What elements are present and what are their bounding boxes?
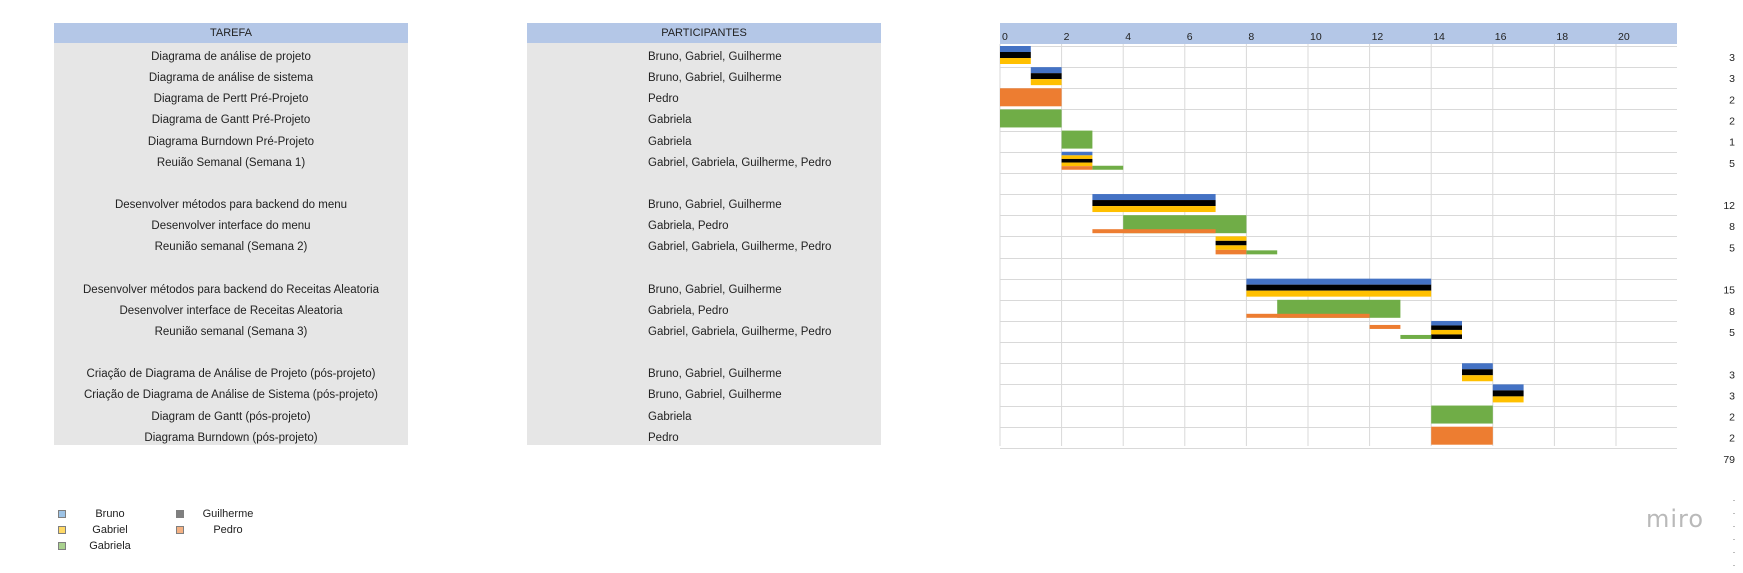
row-total: 8 bbox=[1729, 306, 1735, 318]
x-tick-label: 14 bbox=[1433, 31, 1445, 43]
gantt-bar-gabriela bbox=[1092, 165, 1124, 170]
gantt-bar-bruno bbox=[1092, 194, 1216, 201]
gantt-bar-bruno bbox=[1246, 278, 1432, 285]
row-total: 3 bbox=[1729, 369, 1735, 381]
legend-label: Guilherme bbox=[202, 508, 254, 520]
gantt-bar-bruno bbox=[1061, 151, 1093, 156]
gantt-bar-guilherme bbox=[1030, 73, 1062, 80]
gantt-bar-gabriela bbox=[1000, 109, 1062, 128]
gantt-bar-gabriela bbox=[1246, 250, 1278, 255]
row-total: 15 bbox=[1723, 285, 1735, 297]
legend-swatch bbox=[176, 526, 184, 534]
gantt-bar-bruno bbox=[1431, 320, 1462, 326]
legend-swatch bbox=[58, 542, 66, 550]
gantt-bar-bruno bbox=[1030, 67, 1062, 74]
legend-swatch bbox=[58, 526, 66, 534]
row-total: 3 bbox=[1729, 52, 1735, 64]
row-total: 5 bbox=[1729, 327, 1735, 339]
x-tick-label: 2 bbox=[1064, 31, 1070, 43]
row-total: 2 bbox=[1729, 412, 1735, 424]
gantt-bar-pedro bbox=[1000, 88, 1062, 107]
gantt-bar-gabriel bbox=[1061, 162, 1093, 167]
x-tick-label: 18 bbox=[1556, 31, 1568, 43]
gantt-bar-bruno bbox=[1462, 363, 1493, 370]
gantt-bar-gabriel bbox=[1462, 375, 1493, 382]
row-total: 5 bbox=[1729, 158, 1735, 170]
grand-total: 79 bbox=[1723, 454, 1735, 466]
row-total: 3 bbox=[1729, 73, 1735, 85]
row-total: 2 bbox=[1729, 115, 1735, 127]
gantt-bar-guilherme bbox=[1462, 369, 1493, 376]
x-tick-label: 16 bbox=[1495, 31, 1507, 43]
legend-label: Gabriel bbox=[92, 524, 128, 536]
miro-logo: miro bbox=[1646, 505, 1705, 533]
x-tick-label: 8 bbox=[1248, 31, 1254, 43]
gantt-bar-bruno bbox=[1000, 46, 1031, 52]
gantt-bar-pedro bbox=[1369, 324, 1401, 329]
edge-tick-marks bbox=[1733, 500, 1735, 573]
gantt-bar-guilherme bbox=[1246, 284, 1432, 291]
legend-label: Gabriela bbox=[89, 540, 131, 552]
x-tick-label: 0 bbox=[1002, 31, 1008, 43]
x-tick-label: 10 bbox=[1310, 31, 1322, 43]
gantt-bar-gabriel bbox=[1092, 206, 1216, 213]
gantt-bar-guilherme bbox=[1215, 240, 1247, 246]
gantt-bar-gabriel bbox=[1215, 236, 1247, 241]
row-total: 3 bbox=[1729, 390, 1735, 402]
gantt-bar-gabriel bbox=[1061, 155, 1093, 159]
x-tick-label: 4 bbox=[1125, 31, 1131, 43]
gantt-bar-gabriela bbox=[1061, 130, 1093, 149]
x-tick-label: 20 bbox=[1618, 31, 1630, 43]
legend-swatch bbox=[58, 510, 66, 518]
gantt-bar-guilherme bbox=[1431, 334, 1462, 339]
gantt-bar-guilherme bbox=[1092, 200, 1216, 207]
gantt-bar-guilherme bbox=[1431, 325, 1462, 330]
row-total: 12 bbox=[1723, 200, 1735, 212]
gantt-bar-gabriel bbox=[1246, 290, 1432, 297]
gantt-bar-bruno bbox=[1492, 384, 1524, 391]
gantt-bar-gabriel bbox=[1000, 58, 1031, 64]
legend-label: Bruno bbox=[95, 508, 125, 520]
gantt-bar-gabriel bbox=[1030, 79, 1062, 86]
gantt-bar-gabriel bbox=[1215, 245, 1247, 250]
gantt-chart: 0 2 4 6 8 10 12 14 16 18 2033221512851585332279 bbox=[999, 23, 1735, 466]
gantt-bar-guilherme bbox=[1061, 158, 1093, 163]
gantt-bar-pedro bbox=[1061, 166, 1093, 170]
row-total: 2 bbox=[1729, 94, 1735, 106]
gantt-bar-pedro bbox=[1246, 313, 1370, 318]
row-total: 8 bbox=[1729, 221, 1735, 233]
x-tick-label: 12 bbox=[1372, 31, 1384, 43]
x-tick-label: 6 bbox=[1187, 31, 1193, 43]
gantt-bar-gabriela bbox=[1400, 334, 1432, 339]
gantt-bar-guilherme bbox=[1492, 390, 1524, 397]
row-total: 5 bbox=[1729, 242, 1735, 254]
gantt-bar-guilherme bbox=[1000, 52, 1031, 58]
gantt-header bbox=[1000, 23, 1677, 44]
gantt-bar-pedro bbox=[1215, 249, 1247, 255]
gantt-bar-pedro bbox=[1431, 426, 1493, 445]
row-total: 1 bbox=[1729, 137, 1735, 149]
gantt-bar-gabriel bbox=[1431, 329, 1462, 335]
legend-label: Pedro bbox=[213, 524, 243, 536]
gantt-bar-pedro bbox=[1092, 229, 1216, 234]
row-total: 2 bbox=[1729, 433, 1735, 445]
gantt-bar-gabriela bbox=[1431, 405, 1493, 424]
legend-swatch bbox=[176, 510, 184, 518]
gantt-bar-gabriel bbox=[1492, 396, 1524, 403]
